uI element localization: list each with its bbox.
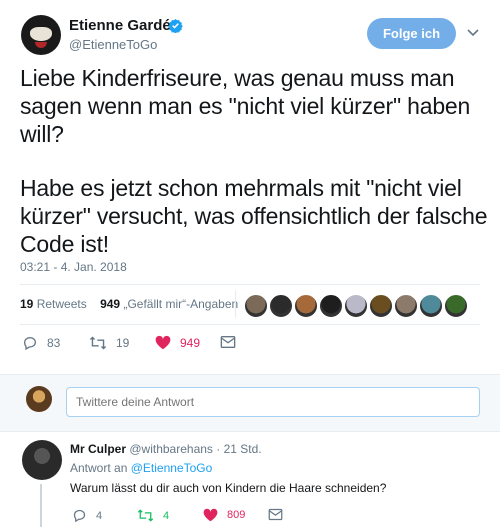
author-name[interactable]: Etienne Gardé xyxy=(69,17,171,34)
liker-avatar[interactable] xyxy=(269,294,293,318)
like-action[interactable]: 949 xyxy=(155,335,200,350)
verified-icon xyxy=(168,18,183,33)
retweet-icon xyxy=(89,336,107,350)
author-avatar[interactable] xyxy=(21,15,61,55)
reply-like-count: 809 xyxy=(227,509,246,521)
author-handle[interactable]: @EtienneToGo xyxy=(69,37,157,52)
user-avatar xyxy=(26,386,52,412)
reply-action[interactable]: 83 xyxy=(22,335,60,351)
caret-down-icon[interactable] xyxy=(466,25,480,39)
reply-retweet-count: 4 xyxy=(163,509,170,522)
liker-avatar[interactable] xyxy=(369,294,393,318)
reply-text: Warum lässt du dir auch von Kindern die … xyxy=(70,481,387,495)
reply-count: 83 xyxy=(47,336,61,350)
reply-reply-action[interactable]: 4 xyxy=(72,508,102,523)
reply-input[interactable] xyxy=(66,387,480,417)
tweet-text: Liebe Kinderfriseure, was genau muss man… xyxy=(20,64,490,258)
reply-time[interactable]: · 21 Std. xyxy=(216,442,261,456)
reply-author-name[interactable]: Mr Culper xyxy=(70,442,126,456)
reply-icon xyxy=(23,336,37,351)
reply-to-line: Antwort an @EtienneToGo xyxy=(70,461,212,475)
avatar-mouth xyxy=(35,42,47,48)
likes-stat[interactable]: 949 „Gefällt mir“-Angaben xyxy=(100,297,238,311)
reply-retweet-action[interactable]: 4 xyxy=(137,508,169,523)
liker-avatar[interactable] xyxy=(294,294,318,318)
tweet-stats: 19 Retweets 949 „Gefällt mir“-Angaben xyxy=(20,297,238,311)
reply-to-handle-link[interactable]: @EtienneToGo xyxy=(131,461,213,475)
like-count: 949 xyxy=(180,335,201,350)
reply-dm-action[interactable] xyxy=(268,508,292,521)
divider xyxy=(20,284,480,285)
heart-icon xyxy=(155,335,171,350)
mail-icon xyxy=(268,508,283,521)
heart-icon xyxy=(203,508,218,522)
reply-icon xyxy=(73,509,86,523)
retweet-count: 19 xyxy=(116,336,130,350)
reply-header: Mr Culper @withbarehans · 21 Std. xyxy=(70,442,262,456)
tweet-paragraph-1: Liebe Kinderfriseure, was genau muss man… xyxy=(20,65,471,147)
liker-avatar[interactable] xyxy=(444,294,468,318)
liker-avatar[interactable] xyxy=(319,294,343,318)
liker-avatar[interactable] xyxy=(394,294,418,318)
reply-like-action[interactable]: 809 xyxy=(203,508,245,522)
stats-separator xyxy=(235,290,236,318)
follow-button[interactable]: Folge ich xyxy=(367,18,456,49)
liker-avatar[interactable] xyxy=(344,294,368,318)
reply-author-avatar[interactable] xyxy=(22,440,62,480)
retweets-stat[interactable]: 19 Retweets xyxy=(20,297,87,311)
liker-avatar[interactable] xyxy=(244,294,268,318)
mail-icon xyxy=(220,336,236,348)
reply-reply-count: 4 xyxy=(96,509,103,522)
liker-avatar[interactable] xyxy=(419,294,443,318)
retweet-action[interactable]: 19 xyxy=(89,335,129,351)
reply-author-handle[interactable]: @withbarehans xyxy=(129,442,213,456)
reply-to-prefix: Antwort an xyxy=(70,461,128,475)
thread-line xyxy=(40,484,42,527)
retweet-icon xyxy=(137,509,154,522)
tweet-timestamp[interactable]: 03:21 - 4. Jan. 2018 xyxy=(20,260,127,274)
divider xyxy=(20,324,480,325)
liker-avatars xyxy=(244,294,468,318)
tweet-paragraph-2: Habe es jetzt schon mehrmals mit "nicht … xyxy=(20,175,488,257)
avatar-mask xyxy=(30,27,52,41)
dm-action[interactable] xyxy=(220,335,245,349)
